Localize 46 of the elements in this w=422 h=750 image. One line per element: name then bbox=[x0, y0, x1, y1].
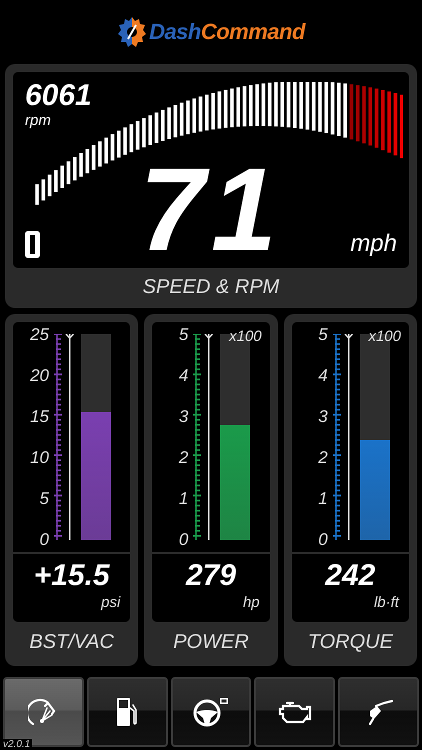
scale-label: 5 bbox=[40, 490, 49, 507]
version-label: v2.0.1 bbox=[1, 739, 32, 750]
nav-tab[interactable] bbox=[170, 677, 252, 747]
panel-title: SPEED & RPM bbox=[142, 275, 280, 300]
gauge-unit: psi bbox=[101, 594, 120, 611]
nav-tab[interactable] bbox=[254, 677, 336, 747]
scale-label: 25 bbox=[30, 326, 49, 343]
nav-tab[interactable] bbox=[338, 677, 419, 747]
scale-label: 5 bbox=[318, 326, 328, 343]
steering-wheel-icon bbox=[192, 696, 230, 728]
scale-label: 4 bbox=[178, 367, 188, 384]
scale-label: 20 bbox=[30, 367, 49, 384]
logo-text: DashCommand bbox=[149, 19, 305, 45]
scale-label: 5 bbox=[178, 326, 188, 343]
rpm-unit: rpm bbox=[25, 112, 51, 129]
scale-label: 1 bbox=[318, 490, 328, 507]
scale-label: 1 bbox=[178, 490, 188, 507]
gauge-title: BST/VAC bbox=[29, 630, 114, 655]
scale-label: 0 bbox=[318, 531, 328, 548]
gauge-title: POWER bbox=[173, 630, 249, 655]
nav-tab[interactable] bbox=[86, 677, 168, 747]
gauge-unit: lb·ft bbox=[374, 594, 399, 611]
nav-tab[interactable] bbox=[3, 677, 84, 747]
scale-label: 2 bbox=[178, 449, 188, 466]
scale-label: 4 bbox=[318, 367, 328, 384]
gauge-value: +15.5 bbox=[34, 558, 110, 594]
rpm-value: 6061 bbox=[25, 80, 92, 112]
gauge-title: TORQUE bbox=[308, 630, 393, 655]
scale-label: 0 bbox=[40, 531, 49, 548]
scale-multiplier: x100 bbox=[229, 328, 262, 345]
scale-label: 0 bbox=[178, 531, 188, 548]
scale-multiplier: x100 bbox=[368, 328, 401, 345]
gear-indicator-icon bbox=[25, 231, 40, 258]
engine-icon bbox=[278, 699, 312, 725]
speed-unit: mph bbox=[350, 230, 397, 258]
gauge-unit: hp bbox=[242, 594, 260, 611]
gear-logo-icon bbox=[117, 15, 148, 49]
fuel-pump-icon bbox=[115, 696, 140, 728]
gauge-value: 279 bbox=[186, 558, 236, 594]
scale-label: 3 bbox=[318, 408, 328, 425]
speed-value: 71 bbox=[139, 154, 283, 266]
scale-label: 3 bbox=[178, 408, 188, 425]
scale-label: 2 bbox=[318, 449, 328, 466]
scale-label: 10 bbox=[30, 449, 49, 466]
gauge-value: 242 bbox=[325, 558, 376, 594]
scale-label: 15 bbox=[30, 408, 49, 425]
